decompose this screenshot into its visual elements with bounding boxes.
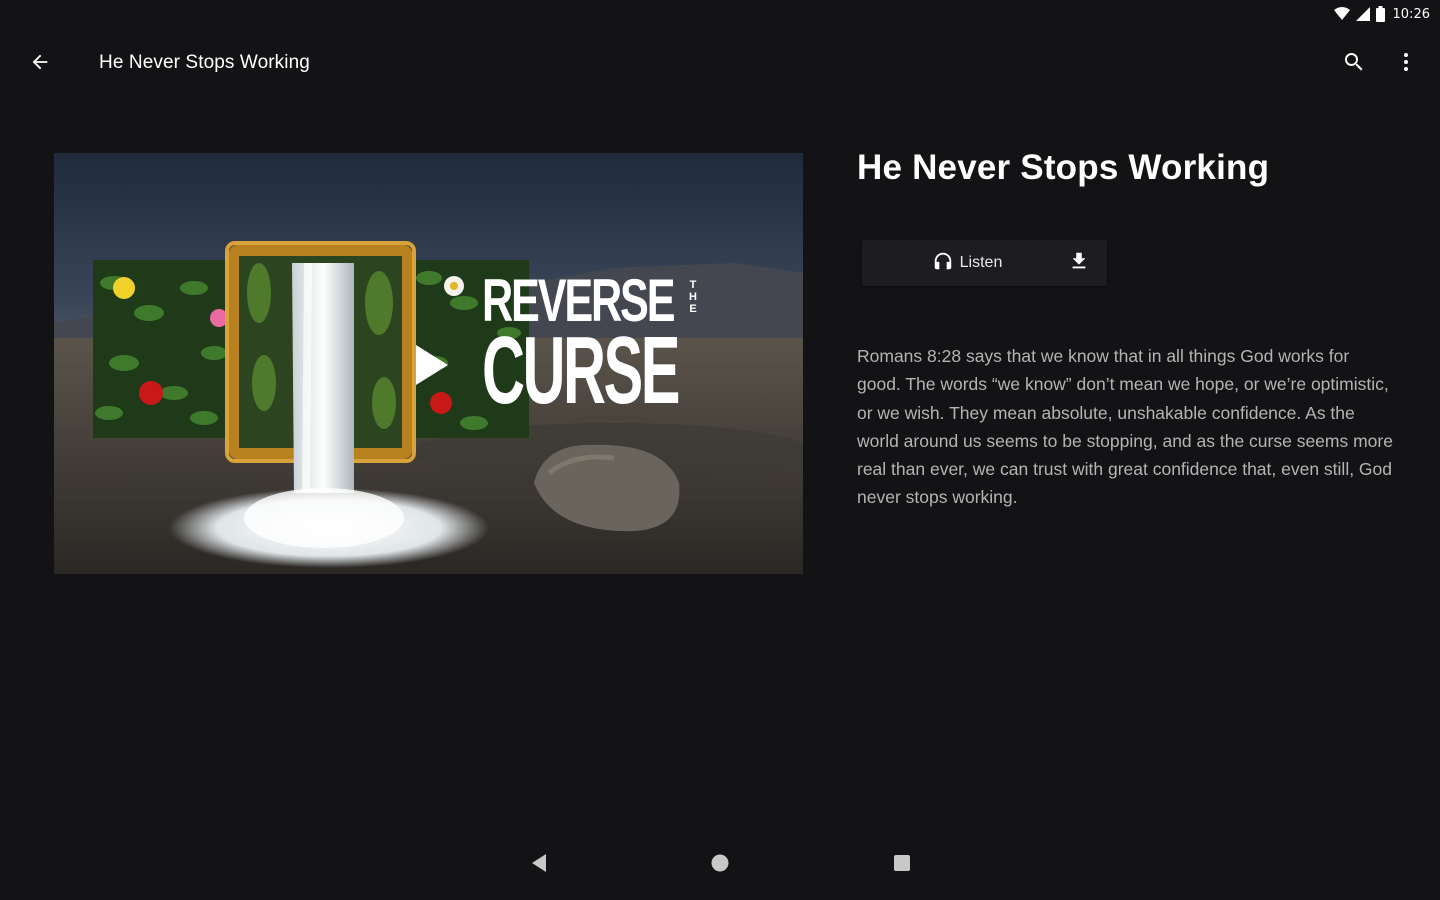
navigation-bar xyxy=(0,844,1440,900)
more-options-button[interactable] xyxy=(1386,44,1426,84)
nav-recents-button[interactable] xyxy=(887,850,917,880)
status-time: 10:26 xyxy=(1392,6,1430,22)
episode-title: He Never Stops Working xyxy=(857,148,1270,187)
nav-back-icon xyxy=(530,853,548,878)
headphones-icon xyxy=(932,250,954,277)
download-button[interactable] xyxy=(1059,243,1099,283)
download-icon xyxy=(1068,250,1090,277)
arrow-back-icon xyxy=(29,51,51,78)
artwork-title-the: THE xyxy=(689,279,697,315)
status-bar: 10:26 xyxy=(0,0,1440,28)
nav-home-icon xyxy=(710,853,730,878)
listen-button[interactable]: Listen xyxy=(862,240,1052,286)
artwork-title: REVERSE THE CURSE xyxy=(482,271,707,419)
search-icon xyxy=(1342,50,1366,79)
listen-action-bar: Listen xyxy=(862,240,1107,286)
app-bar-title: He Never Stops Working xyxy=(99,52,310,73)
more-vert-icon xyxy=(1394,50,1418,79)
battery-icon xyxy=(1375,6,1385,22)
play-icon[interactable] xyxy=(412,343,452,387)
nav-back-button[interactable] xyxy=(524,850,554,880)
episode-description: Romans 8:28 says that we know that in al… xyxy=(857,346,1393,508)
screen: 10:26 He Never Stops Working REVERSE THE… xyxy=(0,0,1440,900)
signal-icon xyxy=(1355,7,1370,21)
nav-home-button[interactable] xyxy=(705,850,735,880)
artwork-title-curse: CURSE xyxy=(482,317,680,424)
episode-artwork[interactable]: REVERSE THE CURSE xyxy=(54,153,803,574)
listen-label: Listen xyxy=(959,254,1003,271)
nav-recents-icon xyxy=(893,854,911,877)
app-bar: He Never Stops Working xyxy=(0,36,1440,92)
search-button[interactable] xyxy=(1334,44,1374,84)
back-button[interactable] xyxy=(20,44,60,84)
wifi-icon xyxy=(1333,7,1350,21)
